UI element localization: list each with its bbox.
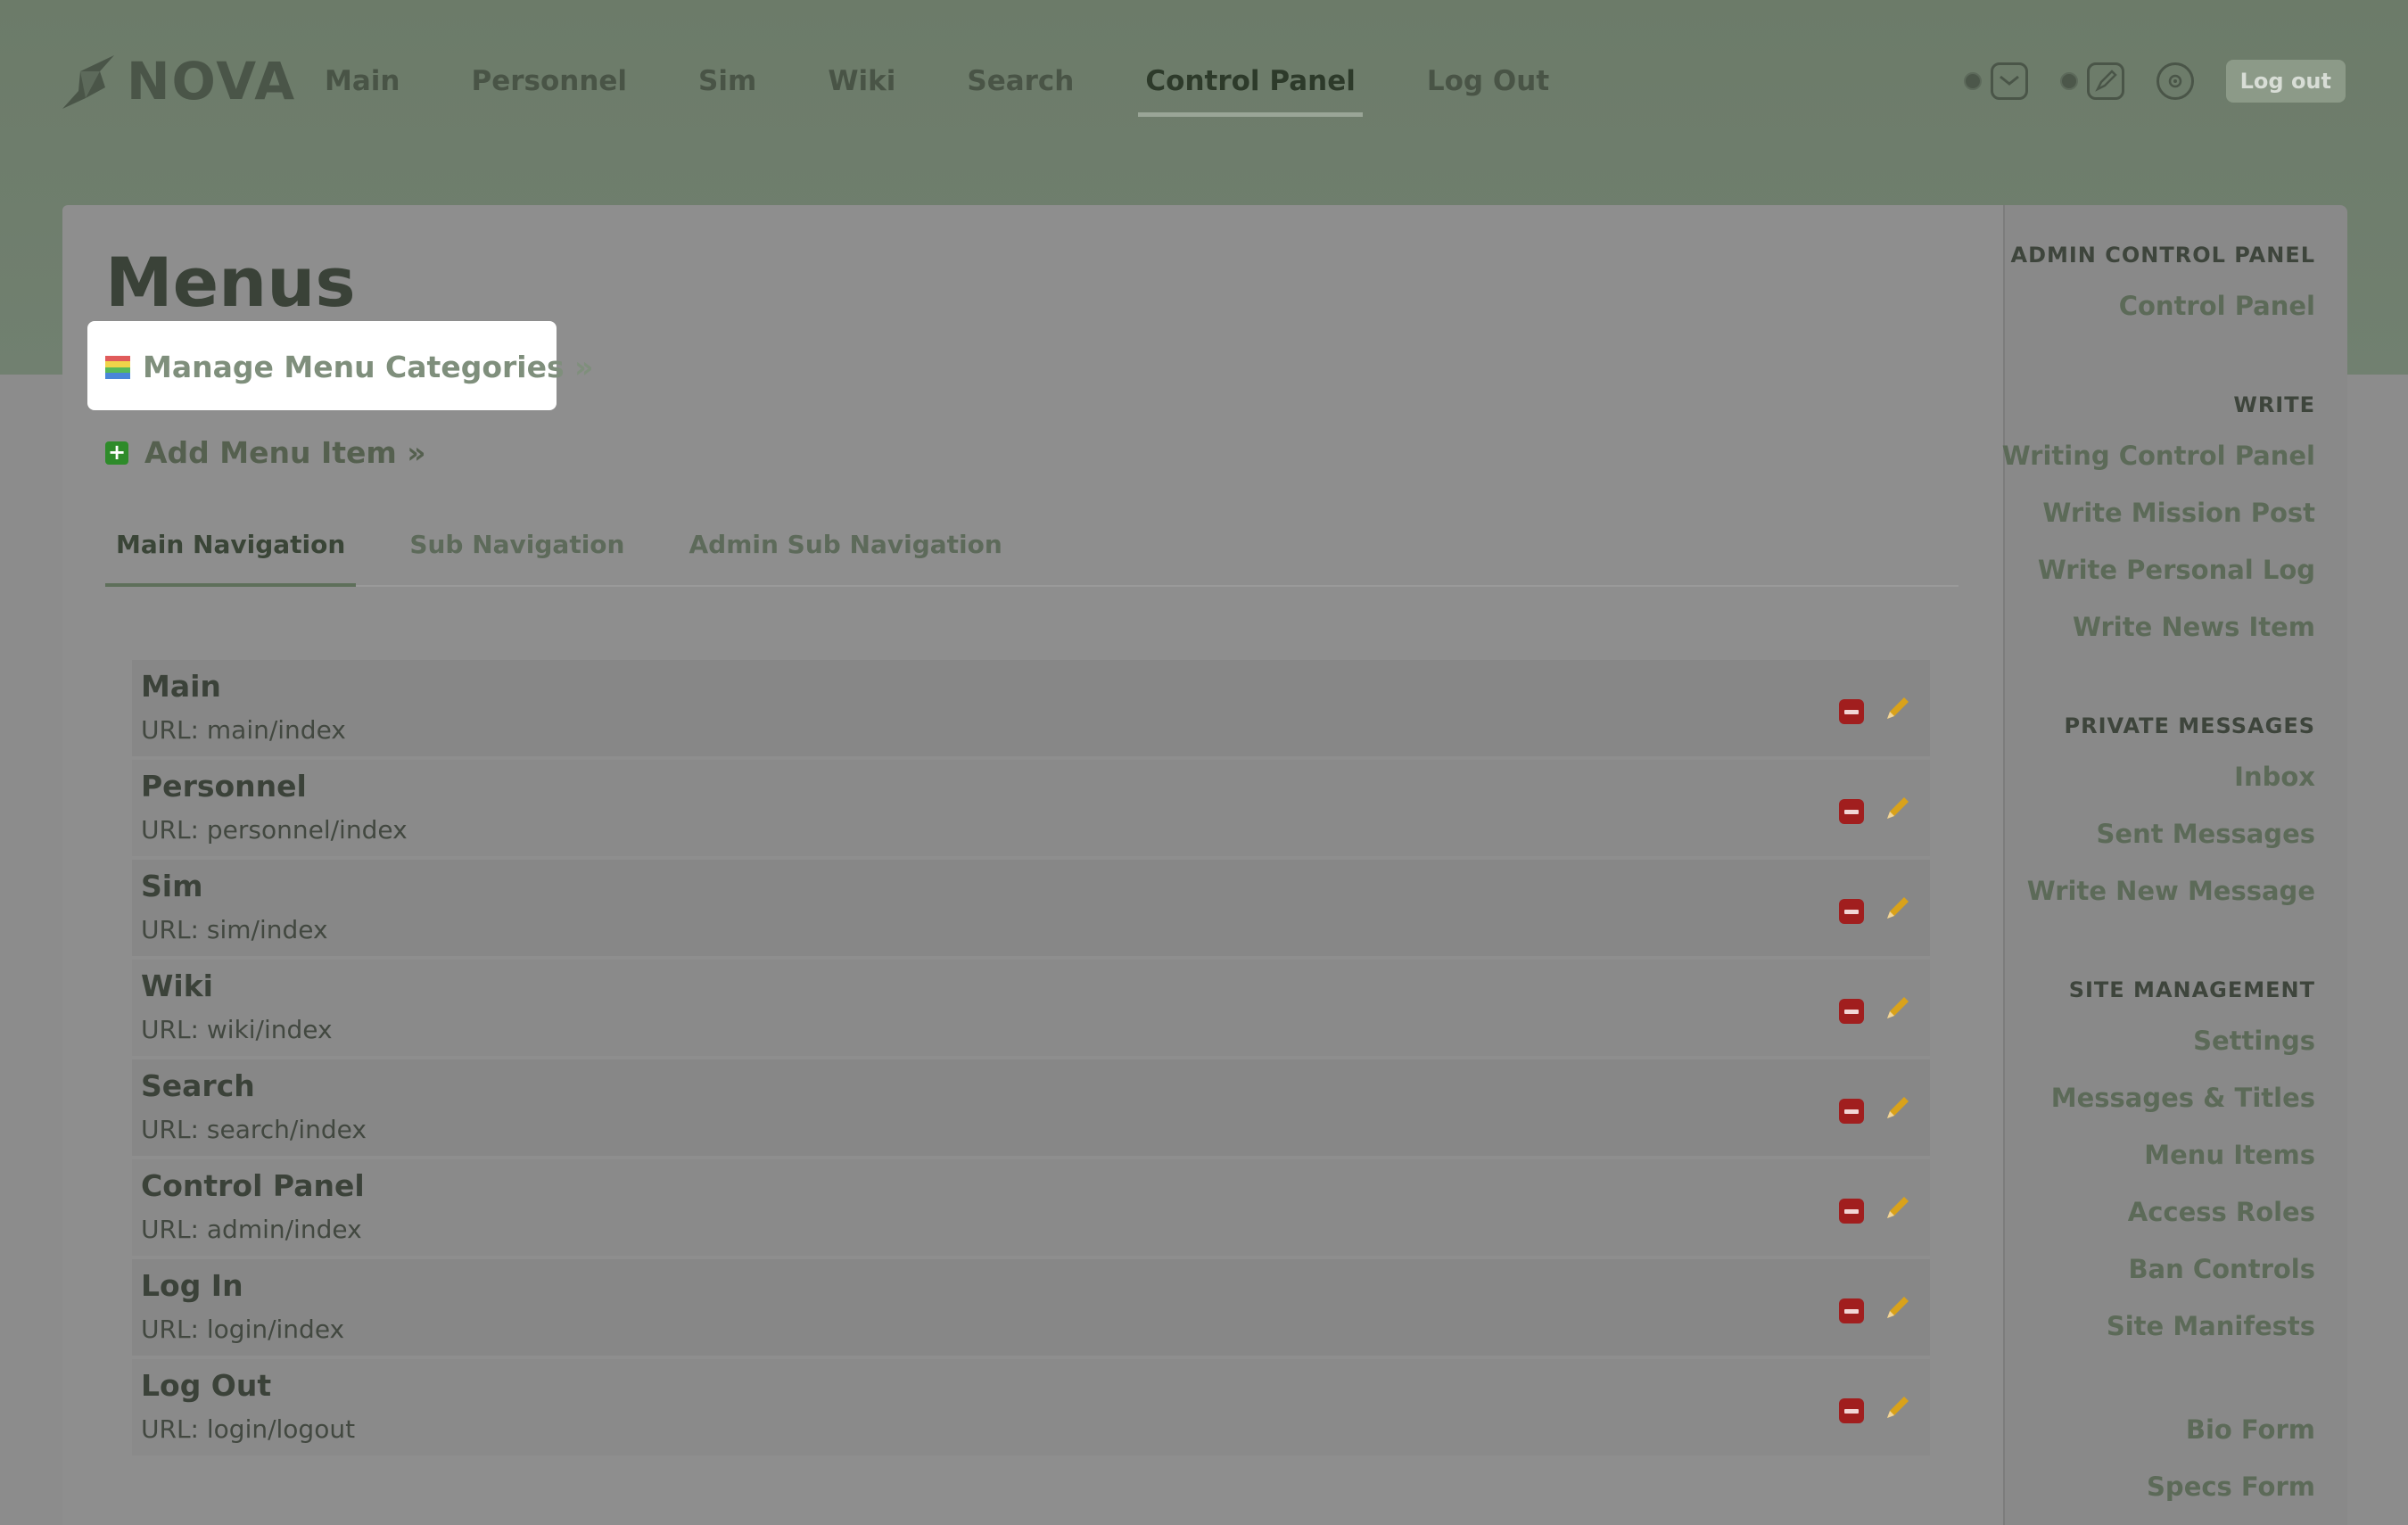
menu-item-name: Sim [141,869,203,903]
plus-icon: + [105,441,128,465]
pencil-icon[interactable] [1882,993,1912,1024]
delete-icon[interactable] [1839,799,1864,824]
radar-icon[interactable] [2156,62,2194,100]
pencil-icon[interactable] [1882,1293,1912,1323]
sidebar-item-site-manifests[interactable]: Site Manifests [2107,1311,2315,1341]
topnav-main[interactable]: Main [317,58,407,104]
sidebar-item-sent-messages[interactable]: Sent Messages [2097,819,2315,849]
pencil-icon[interactable] [1882,894,1912,924]
menu-item-name: Control Panel [141,1168,365,1203]
pencil-icon[interactable] [1882,694,1912,724]
status-dot [1963,72,1982,90]
menu-item-name: Log In [141,1268,243,1303]
sidebar-item-bio-form[interactable]: Bio Form [2186,1414,2315,1445]
add-menu-item-label: Add Menu Item » [144,435,426,470]
delete-icon[interactable] [1839,1398,1864,1423]
menu-item-url: URL: main/index [141,715,346,745]
topnav-log-out[interactable]: Log Out [1420,58,1556,104]
pencil-icon[interactable] [1882,1193,1912,1224]
brand-name: NOVA [127,51,297,111]
sidebar-item-inbox[interactable]: Inbox [2234,762,2315,792]
sidebar-item-access-roles[interactable]: Access Roles [2128,1197,2315,1227]
menu-item-name: Search [141,1068,255,1103]
nova-logo[interactable]: NOVA [61,50,296,112]
menu-item-name: Personnel [141,769,307,804]
topnav-search[interactable]: Search [960,58,1081,104]
sidebar-heading-admin: ADMIN CONTROL PANEL [2010,243,2315,268]
sidebar-item-settings[interactable]: Settings [2193,1026,2315,1056]
sidebar-item-write-news-item[interactable]: Write News Item [2073,612,2315,642]
delete-icon[interactable] [1839,1298,1864,1323]
table-row: Sim URL: sim/index [132,860,1930,956]
sidebar-item-menu-items[interactable]: Menu Items [2144,1140,2315,1170]
sidebar-heading-site-management: SITE MANAGEMENT [2068,977,2315,1002]
menu-item-url: URL: login/index [141,1315,345,1344]
page-title: Menus [105,243,356,322]
menu-item-list: Main URL: main/index Personnel URL: pers… [132,660,1930,1459]
menu-item-url: URL: wiki/index [141,1015,333,1044]
add-menu-item-link[interactable]: + Add Menu Item » [105,435,426,470]
topnav-sim[interactable]: Sim [691,58,763,104]
topnav-personnel[interactable]: Personnel [464,58,634,104]
sidebar-item-messages-titles[interactable]: Messages & Titles [2051,1083,2315,1113]
topnav-control-panel[interactable]: Control Panel [1138,58,1364,117]
menu-item-url: URL: login/logout [141,1414,356,1444]
table-row: Control Panel URL: admin/index [132,1159,1930,1256]
table-row: Personnel URL: personnel/index [132,760,1930,856]
sidebar-heading-private-messages: PRIVATE MESSAGES [2064,713,2315,738]
table-row: Wiki URL: wiki/index [132,960,1930,1056]
menu-item-url: URL: admin/index [141,1215,362,1244]
mail-icon[interactable] [1990,62,2028,100]
menu-item-url: URL: search/index [141,1115,367,1144]
table-row: Main URL: main/index [132,660,1930,756]
top-navigation: Main Personnel Sim Wiki Search Control P… [317,50,1613,117]
sidebar-heading-write: WRITE [2233,392,2315,417]
menu-item-name: Wiki [141,969,213,1003]
categories-icon [105,355,130,379]
logout-button[interactable]: Log out [2225,60,2346,103]
menu-item-name: Main [141,669,221,704]
delete-icon[interactable] [1839,1099,1864,1124]
menu-tabs: Main Navigation Sub Navigation Admin Sub… [105,517,1959,587]
pencil-icon[interactable] [1882,794,1912,824]
delete-icon[interactable] [1839,899,1864,924]
table-row: Log In URL: login/index [132,1259,1930,1356]
pencil-icon[interactable] [1882,1093,1912,1124]
menu-item-url: URL: personnel/index [141,815,408,845]
pencil-icon[interactable] [1882,1393,1912,1423]
bird-icon [62,55,114,109]
manage-menu-categories-label: Manage Menu Categories » [143,350,594,384]
tab-admin-sub-navigation[interactable]: Admin Sub Navigation [678,517,1012,585]
delete-icon[interactable] [1839,999,1864,1024]
pen-icon[interactable] [2086,62,2124,100]
table-row: Log Out URL: login/logout [132,1359,1930,1455]
topnav-wiki[interactable]: Wiki [821,58,903,104]
sidebar-item-specs-form[interactable]: Specs Form [2147,1471,2315,1502]
tab-sub-navigation[interactable]: Sub Navigation [399,517,635,585]
header-tools: Log out [1963,55,2346,107]
sidebar-item-control-panel[interactable]: Control Panel [2119,291,2315,321]
sidebar-item-write-new-message[interactable]: Write New Message [2027,876,2315,906]
sidebar-item-write-mission-post[interactable]: Write Mission Post [2042,498,2315,528]
menu-item-name: Log Out [141,1368,272,1403]
delete-icon[interactable] [1839,699,1864,724]
table-row: Search URL: search/index [132,1059,1930,1156]
sidebar-item-write-personal-log[interactable]: Write Personal Log [2038,555,2315,585]
delete-icon[interactable] [1839,1199,1864,1224]
status-dot [2059,72,2078,90]
tab-main-navigation[interactable]: Main Navigation [105,517,357,587]
sidebar-item-ban-controls[interactable]: Ban Controls [2128,1254,2315,1284]
manage-menu-categories-link[interactable]: Manage Menu Categories » [105,350,593,384]
sidebar-item-writing-control-panel[interactable]: Writing Control Panel [2002,441,2315,471]
menu-item-url: URL: sim/index [141,915,328,944]
